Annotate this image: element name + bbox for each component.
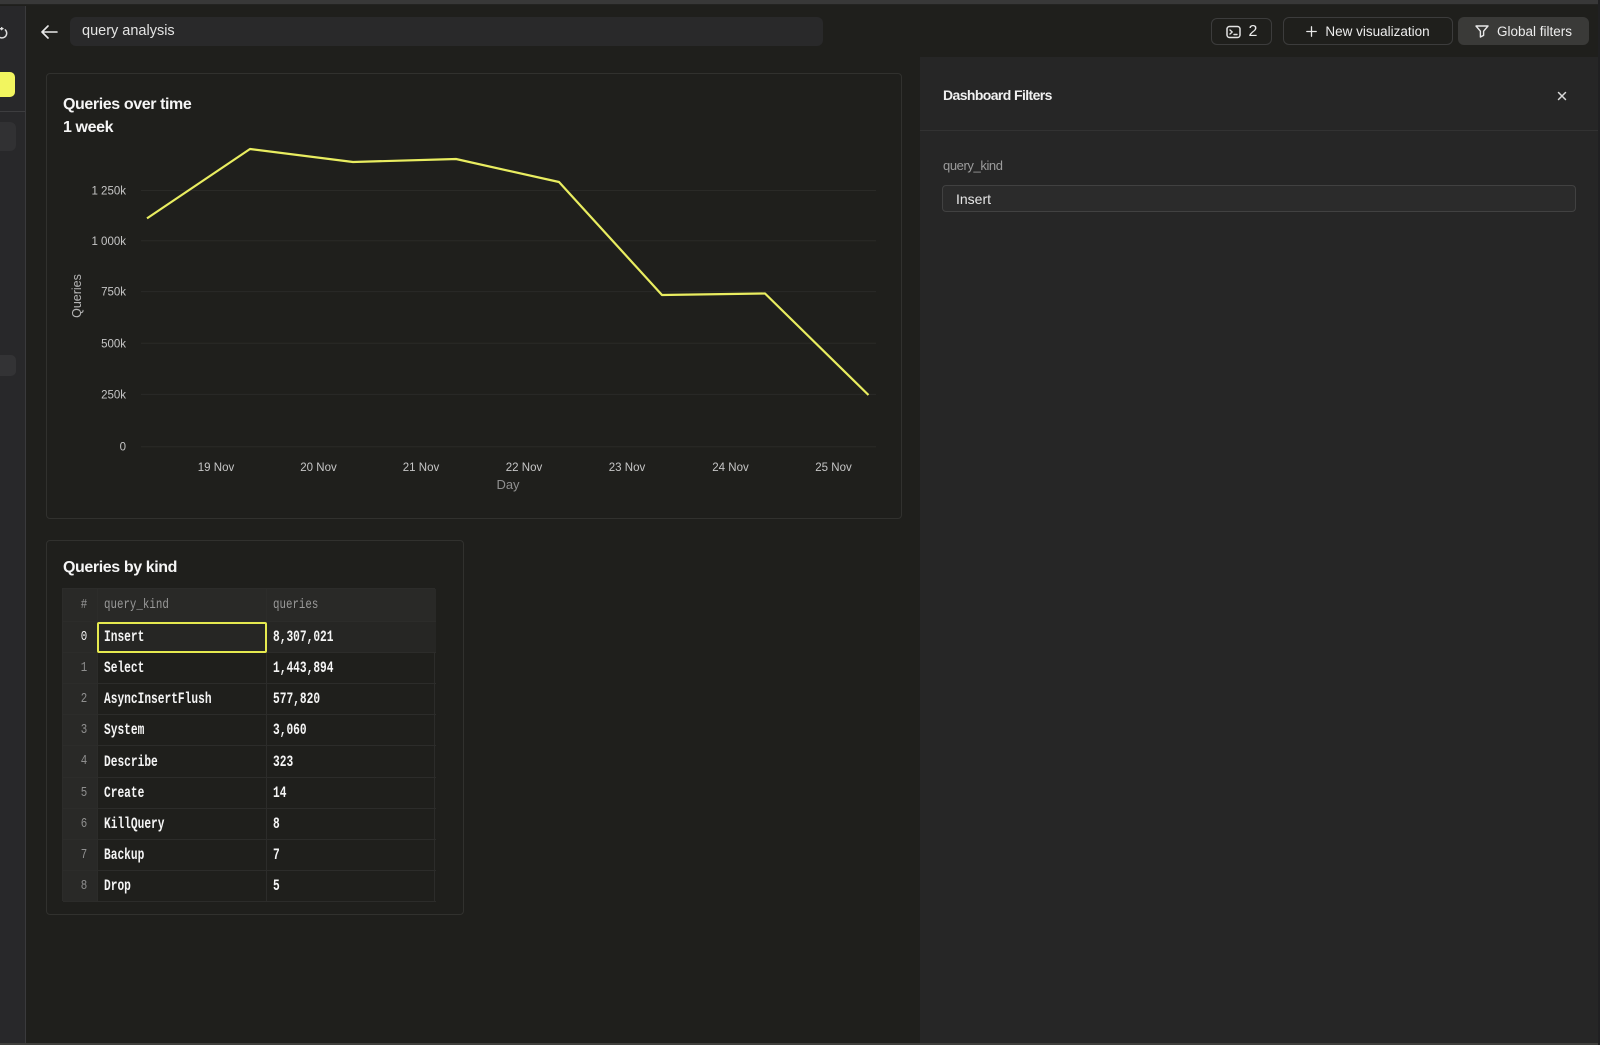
svg-text:500k: 500k	[101, 338, 126, 350]
svg-text:Queries: Queries	[70, 274, 84, 318]
svg-text:750k: 750k	[101, 287, 126, 299]
svg-text:22 Nov: 22 Nov	[506, 462, 543, 474]
svg-text:25 Nov: 25 Nov	[815, 462, 852, 474]
svg-text:20 Nov: 20 Nov	[300, 462, 337, 474]
svg-text:1 000k: 1 000k	[91, 236, 126, 248]
svg-text:250k: 250k	[101, 389, 126, 401]
svg-text:Day: Day	[496, 477, 520, 492]
svg-text:21 Nov: 21 Nov	[403, 462, 440, 474]
svg-text:23 Nov: 23 Nov	[609, 462, 646, 474]
svg-text:1 250k: 1 250k	[91, 186, 126, 198]
svg-text:19 Nov: 19 Nov	[198, 462, 235, 474]
svg-text:0: 0	[120, 442, 126, 454]
svg-text:24 Nov: 24 Nov	[712, 462, 749, 474]
